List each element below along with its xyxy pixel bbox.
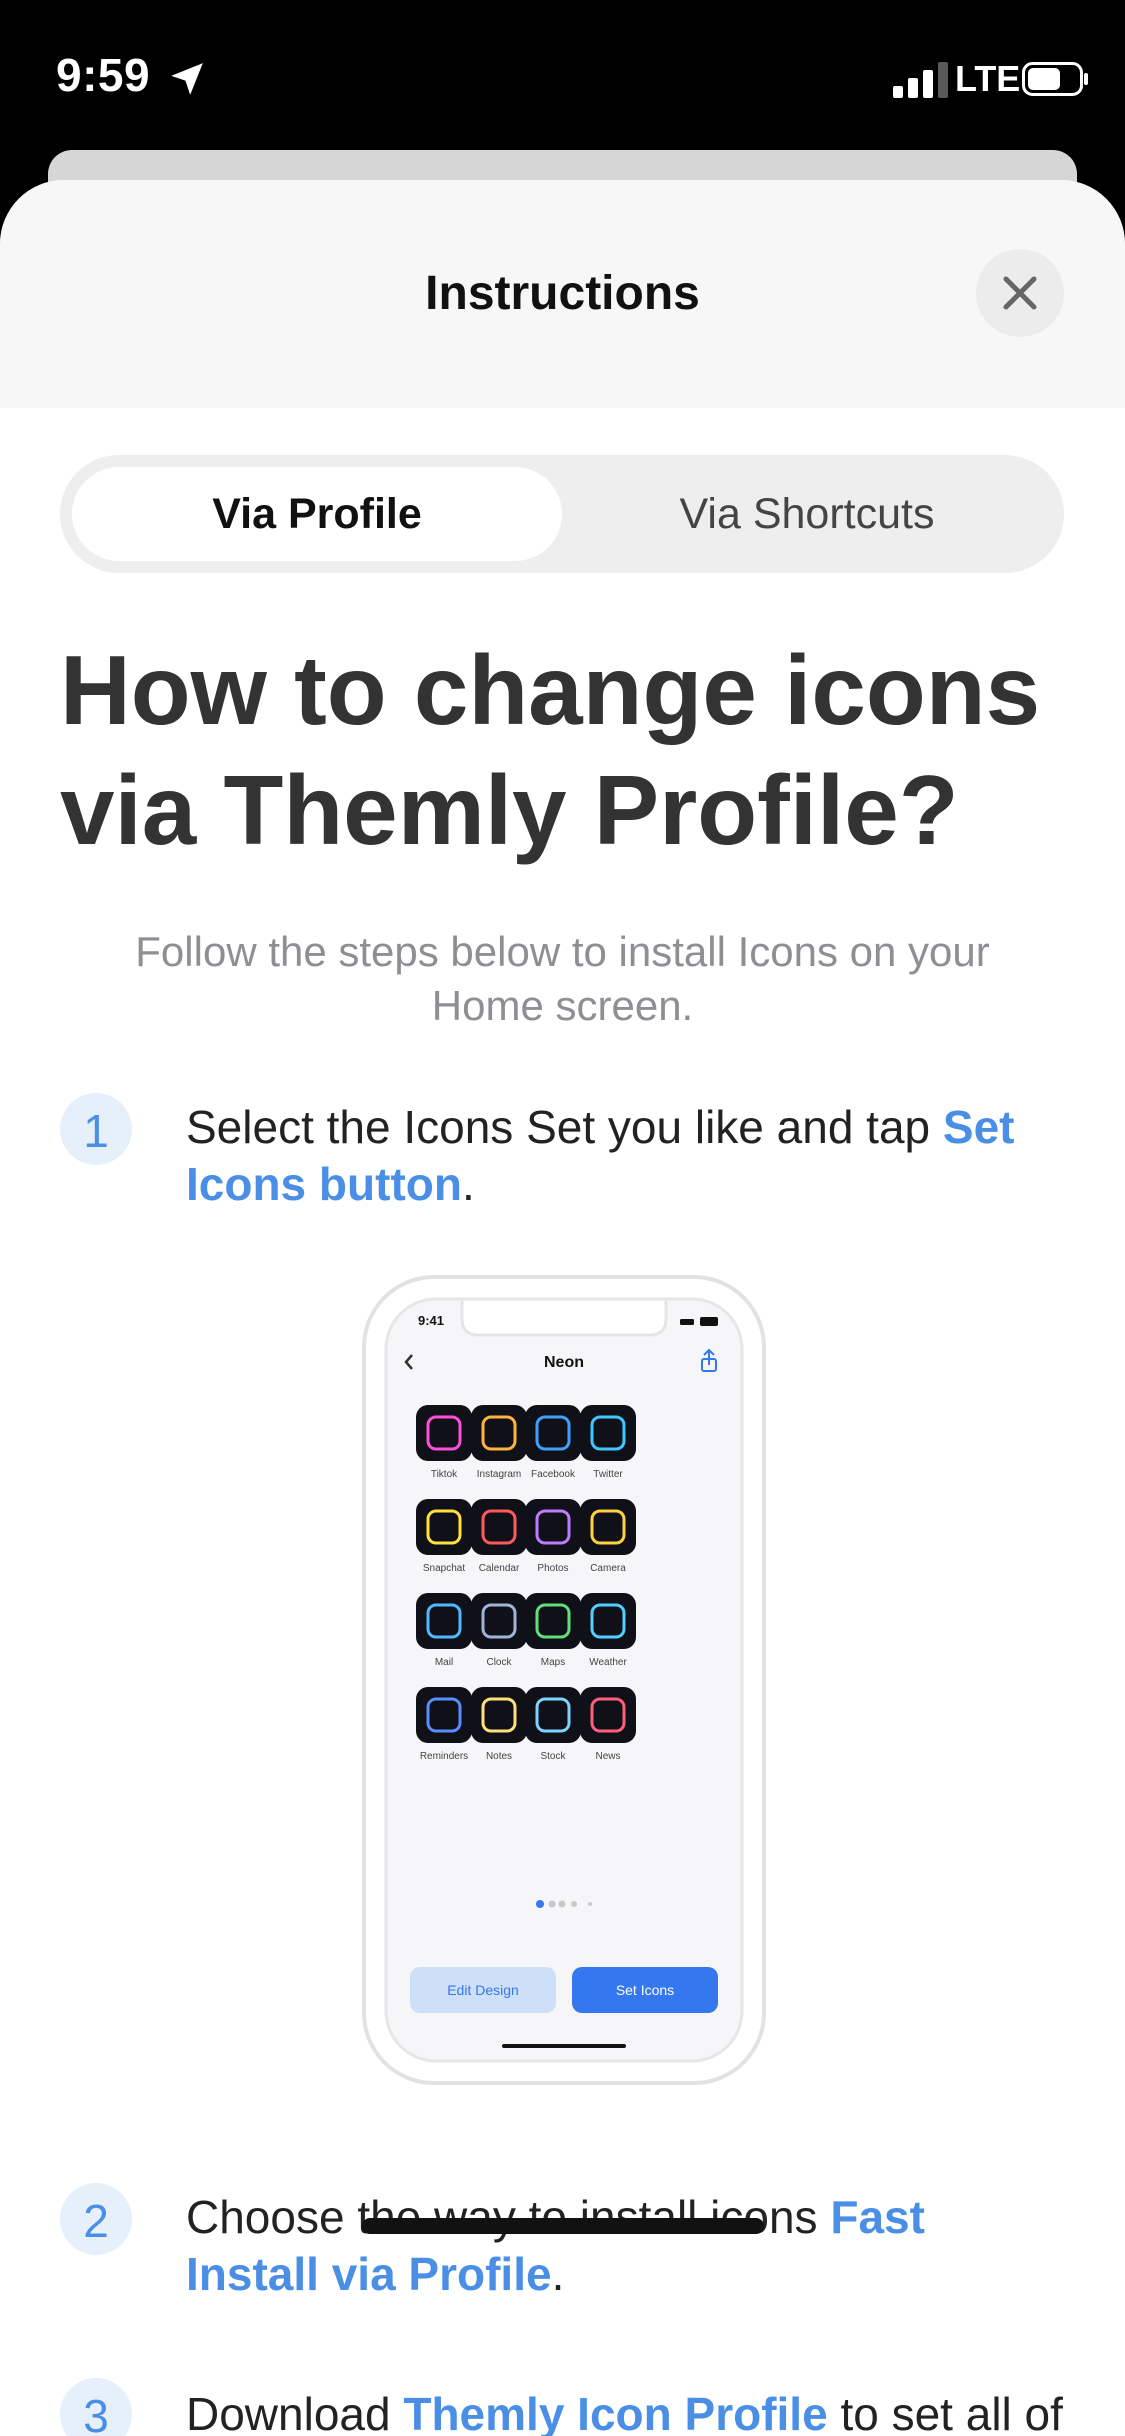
method-segmented-control: Via Profile Via Shortcuts <box>60 455 1064 573</box>
preview-time: 9:41 <box>418 1313 444 1328</box>
heading-line-1: How to change icons <box>60 635 1041 745</box>
set-icons-button[interactable]: Set Icons <box>616 1982 674 1998</box>
app-icon-label: Tiktok <box>431 1469 458 1480</box>
app-icon-label: Mail <box>435 1657 453 1668</box>
step-1-number: 1 <box>60 1093 132 1165</box>
step-2-text: Choose the way to install icons Fast Ins… <box>186 2189 1066 2303</box>
app-icon-label: Weather <box>589 1657 627 1668</box>
instructions-sheet: Instructions Via Profile Via Shortcuts H… <box>0 180 1125 2436</box>
heading-line-2: via Themly Profile? <box>60 755 959 865</box>
app-icon-calendar: Calendar <box>471 1499 527 1574</box>
themly-profile-link[interactable]: Themly Icon Profile <box>403 2388 827 2436</box>
network-type: LTE <box>955 58 1021 99</box>
app-icon-label: Twitter <box>593 1469 623 1480</box>
page-heading: How to change icons via Themly Profile? <box>60 630 1080 870</box>
app-icon-facebook: Facebook <box>525 1405 581 1480</box>
location-arrow-icon <box>171 63 203 95</box>
app-icon-label: Photos <box>537 1563 568 1574</box>
app-icon-label: Snapchat <box>423 1563 465 1574</box>
sheet-title: Instructions <box>425 267 700 320</box>
step-2-number: 2 <box>60 2183 132 2255</box>
step-3-body: Download <box>186 2388 404 2436</box>
step-1-text: Select the Icons Set you like and tap Se… <box>186 1099 1066 1213</box>
signal-icon <box>893 62 948 98</box>
step-1-punct: . <box>461 1158 475 1210</box>
app-icon-label: Facebook <box>531 1469 576 1480</box>
tab-via-shortcuts[interactable]: Via Shortcuts <box>562 455 1052 573</box>
step-3-text: Download Themly Icon Profile to set all … <box>186 2386 1066 2436</box>
status-time: 9:59 <box>56 49 151 101</box>
app-icon-label: News <box>595 1751 620 1762</box>
step-3-tail: to set all of <box>827 2388 1063 2436</box>
app-icon-snapchat: Snapchat <box>416 1499 472 1574</box>
app-icon-label: Calendar <box>479 1563 520 1574</box>
sheet-header: Instructions <box>0 180 1125 408</box>
status-bar: 9:59 LTE <box>0 0 1125 150</box>
step-2-body: Choose the way to install icons <box>186 2191 831 2243</box>
phone-preview-illustration: 9:41 Neon Tiktok Instagram Facebook Twitter… <box>362 1275 766 2085</box>
battery-icon <box>1022 62 1088 96</box>
app-icon-reminders: Reminders <box>416 1687 472 1762</box>
close-icon <box>1003 276 1037 310</box>
app-icon-label: Clock <box>486 1657 512 1668</box>
step-1-body: Select the Icons Set you like and tap <box>186 1101 943 1153</box>
app-icon-label: Reminders <box>420 1751 468 1762</box>
subtitle-line-1: Follow the steps below to install Icons … <box>135 928 990 975</box>
edit-design-button[interactable]: Edit Design <box>447 1982 519 1998</box>
subtitle-line-2: Home screen. <box>431 982 694 1029</box>
app-icon-label: Notes <box>486 1751 512 1762</box>
preview-title: Neon <box>544 1354 584 1371</box>
app-icon-label: Maps <box>541 1657 565 1668</box>
app-icon-label: Stock <box>540 1751 566 1762</box>
step-2-punct: . <box>551 2248 565 2300</box>
step-3-number: 3 <box>60 2378 132 2436</box>
app-icon-label: Instagram <box>477 1469 521 1480</box>
home-indicator[interactable] <box>362 2218 764 2234</box>
subtitle: Follow the steps below to install Icons … <box>100 925 1025 1033</box>
tab-via-profile[interactable]: Via Profile <box>72 455 562 573</box>
close-button[interactable] <box>976 249 1064 337</box>
app-icon-label: Camera <box>590 1563 626 1574</box>
app-icon-instagram: Instagram <box>471 1405 527 1480</box>
